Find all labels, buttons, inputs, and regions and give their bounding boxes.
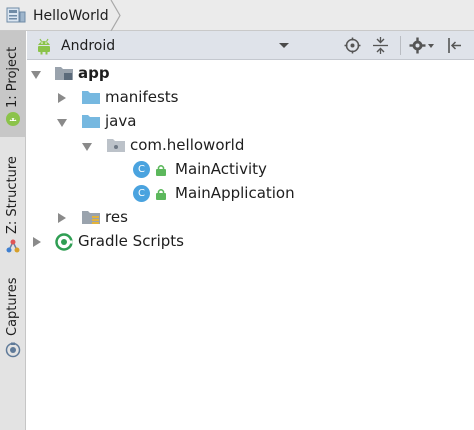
expand-toggle-icon[interactable] — [82, 143, 92, 151]
tree-item-label: MainApplication — [175, 184, 295, 202]
tool-window-strip: 1: Project Z: Structure Captures — [0, 31, 26, 430]
folder-icon — [82, 91, 100, 104]
package-icon — [107, 139, 125, 152]
tab-project[interactable]: 1: Project — [0, 31, 26, 137]
tab-structure-label: Z: Structure — [5, 156, 20, 234]
tree-item-label: Gradle Scripts — [78, 232, 184, 250]
tab-project-label: 1: Project — [5, 46, 20, 108]
gradle-icon — [55, 233, 73, 251]
gear-dropdown-chevron-icon[interactable] — [428, 44, 434, 48]
gear-icon[interactable] — [409, 37, 426, 54]
tree-item-label: com.helloworld — [130, 136, 245, 154]
resource-folder-icon — [82, 211, 100, 224]
class-icon: C — [133, 161, 150, 178]
android-project-icon — [6, 112, 20, 126]
expand-toggle-icon[interactable] — [58, 213, 66, 223]
tree-item-package[interactable]: com.helloworld — [27, 134, 474, 158]
tree-item-app[interactable]: app — [27, 62, 474, 86]
breadcrumb-chevron-icon — [110, 0, 121, 31]
tree-item-label: app — [78, 64, 110, 82]
structure-icon — [6, 239, 20, 253]
project-view-selector[interactable]: Android — [35, 31, 291, 60]
expand-toggle-icon[interactable] — [31, 71, 41, 79]
tab-captures[interactable]: Captures — [0, 265, 26, 365]
breadcrumb: HelloWorld — [0, 0, 474, 31]
chevron-down-icon — [279, 43, 289, 48]
scroll-from-source-icon[interactable] — [344, 37, 361, 54]
expand-toggle-icon[interactable] — [58, 93, 66, 103]
tree-item-res[interactable]: res — [27, 206, 474, 230]
tree-item-mainapplication[interactable]: C MainApplication — [27, 182, 474, 206]
toolbar-separator — [400, 36, 401, 55]
tree-item-label: MainActivity — [175, 160, 267, 178]
class-icon: C — [133, 185, 150, 202]
tree-item-label: manifests — [105, 88, 179, 106]
hide-panel-icon[interactable] — [446, 37, 463, 54]
tree-item-gradle-scripts[interactable]: Gradle Scripts — [27, 230, 474, 254]
tree-item-manifests[interactable]: manifests — [27, 86, 474, 110]
lock-icon — [156, 189, 166, 200]
breadcrumb-item-project[interactable]: HelloWorld — [6, 3, 109, 28]
android-icon — [38, 38, 50, 54]
expand-toggle-icon[interactable] — [33, 237, 41, 247]
tree-item-label: res — [105, 208, 128, 226]
project-panel-toolbar: Android — [27, 31, 474, 60]
expand-toggle-icon[interactable] — [57, 119, 67, 127]
captures-camera-icon — [5, 342, 21, 358]
tab-captures-label: Captures — [5, 277, 20, 336]
folder-icon — [82, 115, 100, 128]
project-tree[interactable]: app manifests java com.helloworld C Main… — [27, 60, 474, 430]
breadcrumb-label: HelloWorld — [33, 7, 109, 24]
module-folder-icon — [55, 67, 73, 80]
tree-item-label: java — [105, 112, 137, 130]
lock-icon — [156, 165, 166, 176]
project-module-icon — [6, 7, 26, 23]
tree-item-java[interactable]: java — [27, 110, 474, 134]
tree-item-mainactivity[interactable]: C MainActivity — [27, 158, 474, 182]
tab-structure[interactable]: Z: Structure — [0, 143, 26, 258]
collapse-all-icon[interactable] — [372, 37, 389, 54]
view-selector-label: Android — [61, 37, 116, 54]
